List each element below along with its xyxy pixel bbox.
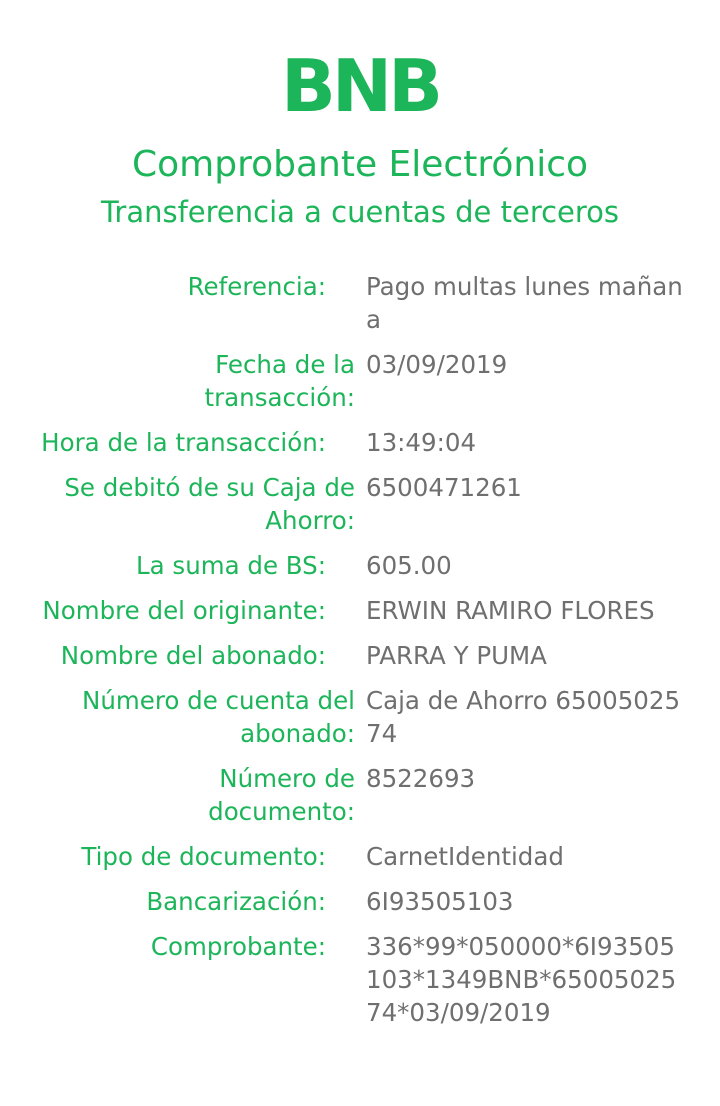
detail-label: Comprobante: [150,932,326,961]
detail-label: Número de documento: [208,764,355,826]
detail-label: Tipo de documento: [81,842,326,871]
page-subtitle: Transferencia a cuentas de terceros [100,195,620,229]
detail-value: PARRA Y PUMA [366,641,547,670]
detail-row-suma: La suma de BS: 605.00 [0,549,720,582]
detail-label: Número de cuenta del abonado: [82,686,355,748]
detail-value: 605.00 [366,551,452,580]
detail-value: 6500471261 [366,473,522,502]
detail-label: Fecha de la transacción: [204,350,355,412]
detail-value: 03/09/2019 [366,350,508,379]
detail-value: Caja de Ahorro 6500502574 [366,686,681,748]
detail-row-hora: Hora de la transacción: 13:49:04 [0,426,720,459]
detail-row-bancarizacion: Bancarización: 6I93505103 [0,885,720,918]
detail-value: 336*99*050000*6I93505103*1349BNB*6500502… [366,932,677,1027]
detail-value: 13:49:04 [366,428,477,457]
detail-value: 6I93505103 [366,887,514,916]
detail-label: Referencia: [187,272,326,301]
detail-row-comprobante: Comprobante: 336*99*050000*6I93505103*13… [0,930,720,1029]
detail-value: Pago multas lunes mañana [366,272,683,334]
bnb-logo: BNB [280,44,443,128]
detail-row-originante: Nombre del originante: ERWIN RAMIRO FLOR… [0,594,720,627]
detail-label: Nombre del originante: [42,596,326,625]
detail-value: 8522693 [366,764,476,793]
detail-row-numero-documento: Número de documento: 8522693 [0,762,720,828]
detail-label: Bancarización: [146,887,326,916]
detail-row-referencia: Referencia: Pago multas lunes mañana [0,270,720,336]
detail-row-cuenta-debito: Se debitó de su Caja de Ahorro: 65004712… [0,471,720,537]
detail-label: Se debitó de su Caja de Ahorro: [64,473,355,535]
detail-row-abonado: Nombre del abonado: PARRA Y PUMA [0,639,720,672]
detail-row-cuenta-abonado: Número de cuenta del abonado: Caja de Ah… [0,684,720,750]
detail-row-fecha: Fecha de la transacción: 03/09/2019 [0,348,720,414]
page-title: Comprobante Electrónico [131,144,589,185]
detail-row-tipo-documento: Tipo de documento: CarnetIdentidad [0,840,720,873]
detail-label: La suma de BS: [135,551,326,580]
receipt-details: Referencia: Pago multas lunes mañana Fec… [0,270,720,1029]
detail-label: Nombre del abonado: [60,641,326,670]
detail-value: ERWIN RAMIRO FLORES [366,596,655,625]
detail-label: Hora de la transacción: [41,428,326,457]
detail-value: CarnetIdentidad [366,842,564,871]
